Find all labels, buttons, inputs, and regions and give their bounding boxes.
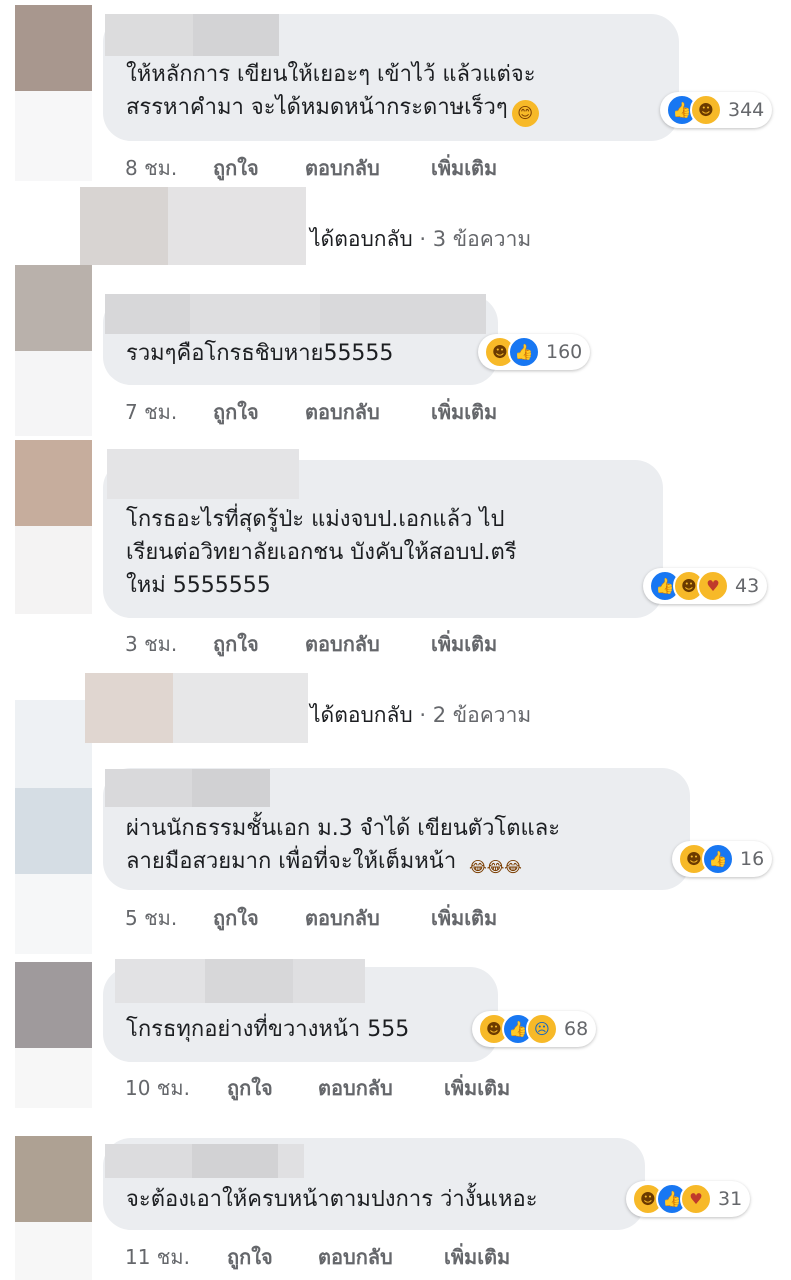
haha-icon: ☻ xyxy=(690,94,722,126)
reaction-count: 16 xyxy=(740,848,765,870)
like-button[interactable]: ถูกใจ xyxy=(227,1072,273,1104)
reaction-summary[interactable]: 👍 ☻ 344 xyxy=(660,92,773,128)
comment-line: เรียนต่อวิทยาลัยเอกชน บังคับให้สอบป.ตรี xyxy=(126,540,517,565)
sad-icon: ☹ xyxy=(526,1013,558,1045)
avatar-shadow xyxy=(15,1222,92,1280)
like-button[interactable]: ถูกใจ xyxy=(213,902,259,934)
avatar[interactable] xyxy=(15,5,92,91)
reply-summary[interactable]: ได้ตอบกลับ · 2 ข้อความ xyxy=(310,699,531,732)
tears-of-joy-emoji: 😂😂😂 xyxy=(469,858,522,876)
timestamp[interactable]: 11 ชม. xyxy=(125,1241,190,1273)
blurred-author-name[interactable] xyxy=(105,769,192,807)
comment-text: โกรธอะไรที่สุดรู้ป่ะ แม่งจบป.เอกแล้ว ไป … xyxy=(126,503,517,602)
reply-count: · 3 ข้อความ xyxy=(419,227,532,251)
timestamp[interactable]: 3 ชม. xyxy=(125,628,177,660)
avatar-shadow xyxy=(15,526,92,614)
blurred-reply-avatar xyxy=(85,673,175,743)
comment-line: โกรธทุกอย่างที่ขวางหน้า 555 xyxy=(126,1017,410,1042)
blurred-author-name[interactable] xyxy=(105,1144,193,1178)
more-button[interactable]: เพิ่มเติม xyxy=(431,152,497,184)
comment-text: ให้หลักการ เขียนให้เยอะๆ เข้าไว้ แล้วแต่… xyxy=(126,58,539,127)
reaction-summary[interactable]: ☻ 👍 ☹ 68 xyxy=(472,1011,597,1047)
reaction-count: 31 xyxy=(718,1188,743,1210)
blurred-author-name[interactable] xyxy=(107,449,299,499)
reaction-count: 43 xyxy=(735,575,760,597)
like-button[interactable]: ถูกใจ xyxy=(213,396,259,428)
avatar[interactable] xyxy=(15,1136,92,1222)
comment-text: จะต้องเอาให้ครบหน้าตามปงการ ว่างั้นเหอะ xyxy=(126,1183,538,1216)
avatar-shadow xyxy=(15,91,92,181)
blurred-author-name[interactable] xyxy=(193,14,279,56)
reaction-count: 160 xyxy=(546,341,583,363)
more-button[interactable]: เพิ่มเติม xyxy=(444,1072,510,1104)
timestamp[interactable]: 5 ชม. xyxy=(125,902,177,934)
reply-count: · 2 ข้อความ xyxy=(419,703,532,727)
comment-line: โกรธอะไรที่สุดรู้ป่ะ แม่งจบป.เอกแล้ว ไป xyxy=(126,507,505,532)
comment-line: ลายมือสวยมาก เพื่อที่จะให้เต็มหน้า 😂😂😂 xyxy=(126,845,560,881)
reaction-summary[interactable]: ☻ 👍 16 xyxy=(672,841,773,877)
blurred-reply-name xyxy=(173,673,308,743)
comment-text: ผ่านนักธรรมชั้นเอก ม.3 จำได้ เขียนตัวโตแ… xyxy=(126,812,560,881)
reply-summary[interactable]: ได้ตอบกลับ · 3 ข้อความ xyxy=(310,223,531,256)
blurred-author-name[interactable] xyxy=(190,294,320,334)
blurred-reply-avatar xyxy=(80,187,170,265)
timestamp[interactable]: 10 ชม. xyxy=(125,1072,190,1104)
comment-line: ใหม่ 5555555 xyxy=(126,573,271,598)
comment-line: รวมๆคือโกรธชิบหาย55555 xyxy=(126,341,394,366)
reply-button[interactable]: ตอบกลับ xyxy=(305,396,380,428)
comment-line: สรรหาคำมา จะได้หมดหน้ากระดาษเร็วๆ 😊 xyxy=(126,91,539,127)
more-button[interactable]: เพิ่มเติม xyxy=(431,396,497,428)
care-icon: ♥ xyxy=(680,1183,712,1215)
blurred-reply-name xyxy=(168,187,306,265)
avatar[interactable] xyxy=(15,788,92,874)
reply-button[interactable]: ตอบกลับ xyxy=(305,902,380,934)
comment-line: ผ่านนักธรรมชั้นเอก ม.3 จำได้ เขียนตัวโตแ… xyxy=(126,816,561,841)
blurred-author-name[interactable] xyxy=(205,959,293,1003)
avatar[interactable] xyxy=(15,440,92,526)
avatar-shadow xyxy=(15,351,92,436)
blurred-author-name[interactable] xyxy=(115,959,205,1003)
reaction-count: 68 xyxy=(564,1018,589,1040)
timestamp[interactable]: 7 ชม. xyxy=(125,396,177,428)
like-button[interactable]: ถูกใจ xyxy=(213,152,259,184)
more-button[interactable]: เพิ่มเติม xyxy=(431,628,497,660)
replied-label: ได้ตอบกลับ xyxy=(310,703,413,727)
like-icon: 👍 xyxy=(508,336,540,368)
avatar-shadow xyxy=(15,700,92,788)
more-button[interactable]: เพิ่มเติม xyxy=(431,902,497,934)
blurred-author-name[interactable] xyxy=(192,1144,279,1178)
reply-button[interactable]: ตอบกลับ xyxy=(318,1241,393,1273)
more-button[interactable]: เพิ่มเติม xyxy=(444,1241,510,1273)
blurred-author-name[interactable] xyxy=(293,959,365,1003)
reaction-count: 344 xyxy=(728,99,765,121)
avatar[interactable] xyxy=(15,265,92,351)
like-button[interactable]: ถูกใจ xyxy=(227,1241,273,1273)
blurred-author-name[interactable] xyxy=(320,294,486,334)
replied-label: ได้ตอบกลับ xyxy=(310,227,413,251)
avatar-shadow xyxy=(15,874,92,954)
reaction-summary[interactable]: ☻ 👍 ♥ 31 xyxy=(626,1181,751,1217)
like-button[interactable]: ถูกใจ xyxy=(213,628,259,660)
comment-text: รวมๆคือโกรธชิบหาย55555 xyxy=(126,337,393,370)
avatar[interactable] xyxy=(15,962,92,1048)
reaction-summary[interactable]: 👍 ☻ ♥ 43 xyxy=(643,568,768,604)
smile-emoji: 😊 xyxy=(511,100,539,127)
comment-text: โกรธทุกอย่างที่ขวางหน้า 555 xyxy=(126,1013,409,1046)
blurred-author-name[interactable] xyxy=(105,14,195,56)
avatar-shadow xyxy=(15,1048,92,1108)
reply-button[interactable]: ตอบกลับ xyxy=(305,628,380,660)
comment-line: จะต้องเอาให้ครบหน้าตามปงการ ว่างั้นเหอะ xyxy=(126,1187,538,1212)
reaction-summary[interactable]: ☻ 👍 160 xyxy=(478,334,591,370)
like-icon: 👍 xyxy=(702,843,734,875)
timestamp[interactable]: 8 ชม. xyxy=(125,152,177,184)
care-icon: ♥ xyxy=(697,570,729,602)
blurred-author-name[interactable] xyxy=(192,769,270,807)
reply-button[interactable]: ตอบกลับ xyxy=(305,152,380,184)
comment-line: ให้หลักการ เขียนให้เยอะๆ เข้าไว้ แล้วแต่… xyxy=(126,62,536,87)
reply-button[interactable]: ตอบกลับ xyxy=(318,1072,393,1104)
blurred-author-name[interactable] xyxy=(105,294,191,334)
blurred-author-name[interactable] xyxy=(278,1144,304,1178)
